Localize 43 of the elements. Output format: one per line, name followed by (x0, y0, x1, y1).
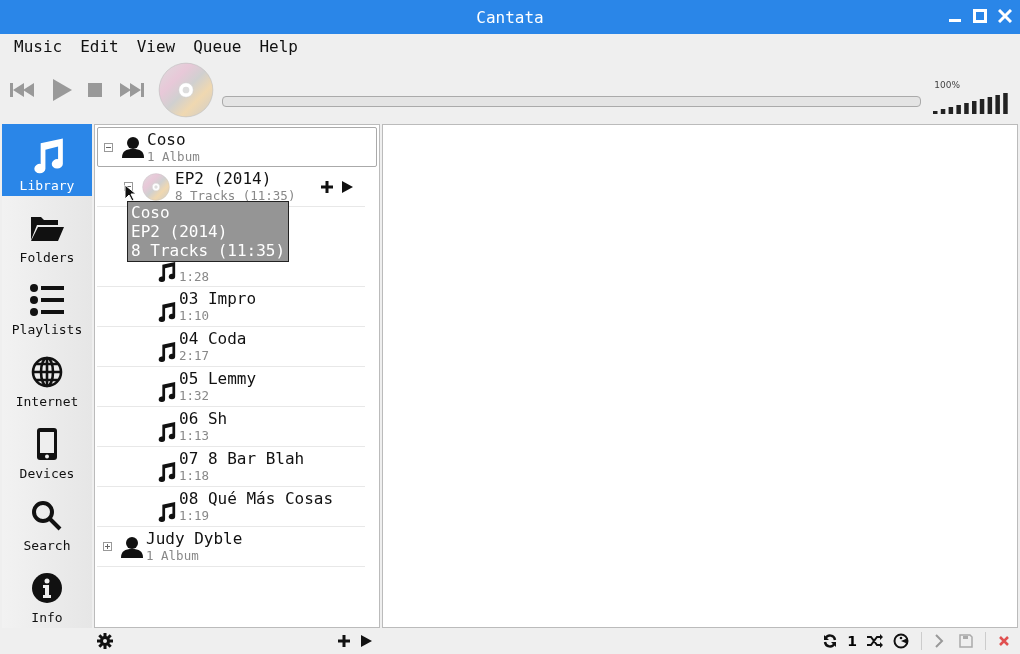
volume-reading: 100% (934, 80, 960, 90)
menu-item[interactable]: Queue (193, 36, 242, 56)
menu-item[interactable]: Edit (80, 36, 119, 56)
track-row[interactable]: 07 8 Bar Blah 1:18 (97, 447, 365, 487)
sidebar-tab[interactable]: Search (2, 484, 92, 556)
track-row[interactable]: 04 Coda 2:17 (97, 327, 365, 367)
sidebar-tab[interactable]: Library (2, 124, 92, 196)
track-duration: 1:32 (179, 388, 211, 403)
sidebar-tab[interactable]: Internet (2, 340, 92, 412)
album-title: EP2 (2014) (175, 170, 273, 188)
sidebar-tab[interactable]: Devices (2, 412, 92, 484)
track-duration: 1:28 (179, 269, 211, 284)
track-title: 03 Impro (179, 290, 258, 308)
sidebar-tab[interactable]: Info (2, 556, 92, 628)
track-title: 05 Lemmy (179, 370, 258, 388)
track-row[interactable]: 08 Qué Más Cosas 1:19 (97, 487, 365, 527)
track-duration: 2:17 (179, 348, 211, 363)
menu-item[interactable]: Music (14, 36, 63, 56)
menu-item[interactable]: Help (259, 36, 298, 56)
track-row[interactable]: 05 Lemmy 1:32 (97, 367, 365, 407)
album-count: 1 Album (147, 148, 201, 164)
album-count: 1 Album (146, 548, 200, 563)
single-mode-toggle[interactable]: 1 (847, 633, 857, 649)
artist-row[interactable]: Coso 1 Album (97, 127, 377, 167)
track-duration: 1:18 (179, 468, 211, 483)
track-title: 07 8 Bar Blah (179, 450, 306, 468)
track-row[interactable]: 03 Impro 1:10 (97, 287, 365, 327)
track-title: 08 Qué Más Cosas (179, 490, 335, 508)
track-duration: 1:13 (179, 428, 211, 443)
tooltip-line: EP2 (2014) (131, 222, 229, 241)
track-title: 04 Coda (179, 330, 248, 348)
artist-row[interactable]: Judy Dyble 1 Album (97, 527, 365, 567)
menu-item[interactable]: View (136, 36, 176, 56)
track-duration: 1:19 (179, 508, 211, 523)
window-title: Cantata (476, 7, 544, 27)
sidebar-tab[interactable]: Playlists (2, 268, 92, 340)
sidebar-tab[interactable]: Folders (2, 196, 92, 268)
artist-name: Judy Dyble (146, 530, 244, 548)
track-row[interactable]: 06 Sh 1:13 (97, 407, 365, 447)
track-count: 8 Tracks (11:35) (175, 188, 297, 203)
track-title: 06 Sh (179, 410, 229, 428)
track-duration: 1:10 (179, 308, 211, 323)
artist-name: Coso (147, 130, 187, 149)
